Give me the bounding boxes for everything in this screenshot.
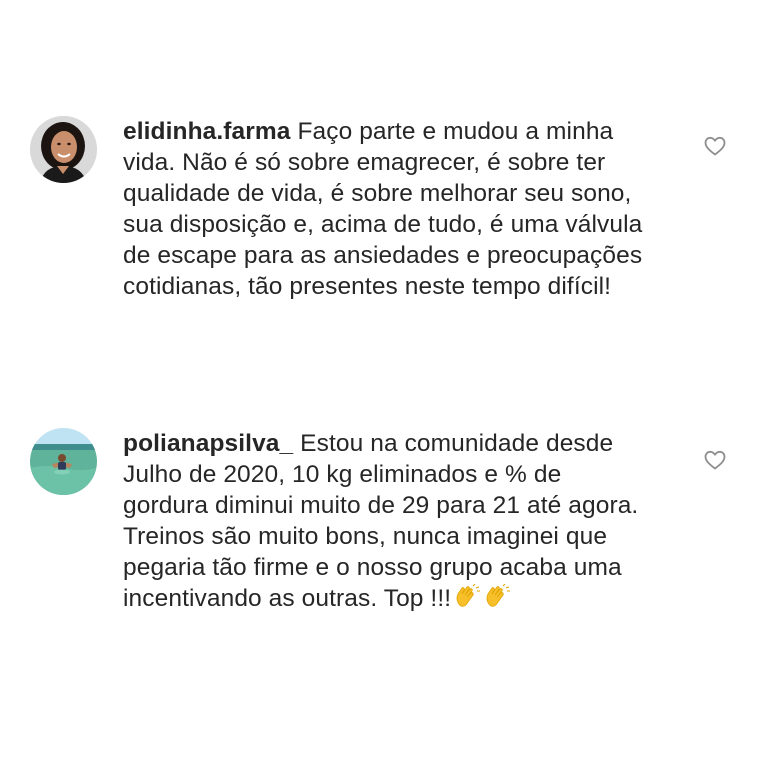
- like-button[interactable]: [703, 134, 727, 158]
- comment-username[interactable]: polianapsilva_: [123, 430, 293, 457]
- comment-text: Faço parte e mudou a minha vida. Não é s…: [123, 118, 643, 300]
- heart-outline-icon: [704, 450, 726, 470]
- clapping-hands-emoji-icon: [453, 584, 481, 612]
- avatar[interactable]: [30, 428, 97, 495]
- comment-text: Estou na comunidade desde Julho de 2020,…: [123, 430, 639, 612]
- profile-photo-icon: [30, 116, 97, 183]
- profile-photo-icon: [30, 428, 97, 495]
- clapping-hands-emoji-icon: [483, 584, 511, 612]
- like-button[interactable]: [703, 448, 727, 472]
- comment-body: polianapsilva_ Estou na comunidade desde…: [123, 428, 693, 614]
- avatar[interactable]: [30, 116, 97, 183]
- comment-username[interactable]: elidinha.farma: [123, 118, 291, 145]
- comment-body: elidinha.farma Faço parte e mudou a minh…: [123, 116, 693, 302]
- heart-outline-icon: [704, 136, 726, 156]
